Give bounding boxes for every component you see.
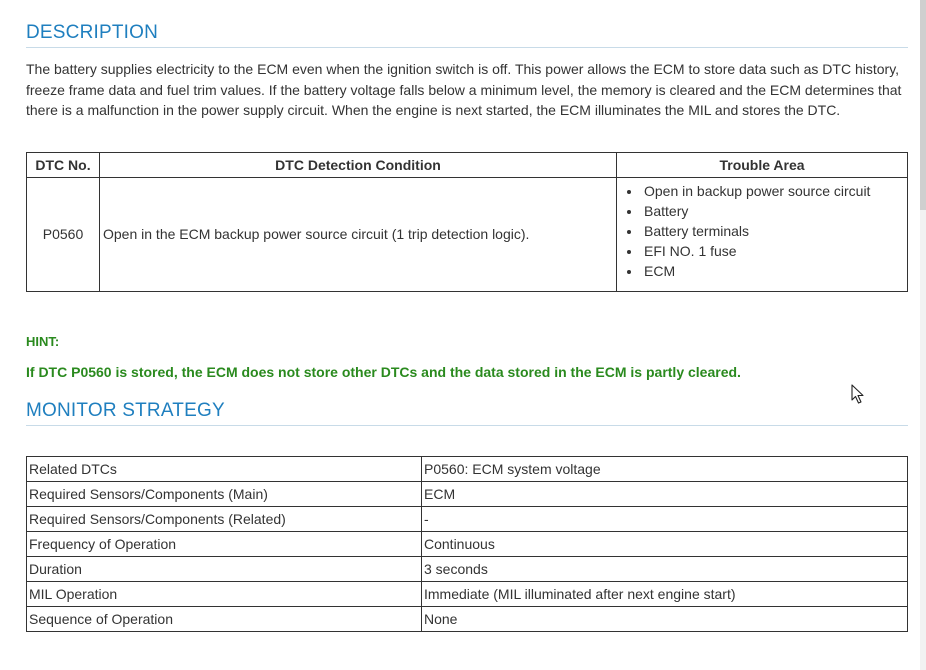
header-dtc-no: DTC No. bbox=[26, 151, 100, 178]
description-heading: DESCRIPTION bbox=[26, 22, 908, 48]
list-item: ECM bbox=[642, 261, 904, 281]
dtc-table-header-row: DTC No. DTC Detection Condition Trouble … bbox=[26, 151, 908, 178]
detection-condition: Open in the ECM backup power source circ… bbox=[99, 176, 617, 292]
list-item: Battery terminals bbox=[642, 221, 904, 241]
trouble-area-list: Open in backup power source circuit Batt… bbox=[620, 181, 904, 281]
monitor-value: 3 seconds bbox=[421, 555, 908, 582]
list-item: Open in backup power source circuit bbox=[642, 181, 904, 201]
monitor-value: P0560: ECM system voltage bbox=[421, 455, 908, 482]
monitor-value: - bbox=[421, 505, 908, 532]
table-row: Duration 3 seconds bbox=[26, 555, 908, 582]
table-row: P0560 Open in the ECM backup power sourc… bbox=[26, 176, 908, 292]
monitor-label: Sequence of Operation bbox=[26, 605, 422, 632]
list-item: Battery bbox=[642, 201, 904, 221]
dtc-code: P0560 bbox=[26, 176, 100, 292]
monitor-label: Duration bbox=[26, 555, 422, 582]
table-row: Frequency of Operation Continuous bbox=[26, 530, 908, 557]
monitor-value: None bbox=[421, 605, 908, 632]
table-row: MIL Operation Immediate (MIL illuminated… bbox=[26, 580, 908, 607]
monitor-label: Frequency of Operation bbox=[26, 530, 422, 557]
header-detection-condition: DTC Detection Condition bbox=[99, 151, 617, 178]
hint-text: If DTC P0560 is stored, the ECM does not… bbox=[26, 363, 741, 380]
table-row: Related DTCs P0560: ECM system voltage bbox=[26, 455, 908, 482]
dtc-table: DTC No. DTC Detection Condition Trouble … bbox=[26, 151, 908, 292]
monitor-strategy-table: Related DTCs P0560: ECM system voltage R… bbox=[26, 455, 908, 632]
trouble-area-cell: Open in backup power source circuit Batt… bbox=[616, 176, 908, 292]
description-text: The battery supplies electricity to the … bbox=[26, 61, 902, 118]
vertical-scrollbar[interactable] bbox=[920, 0, 926, 670]
scrollbar-thumb[interactable] bbox=[920, 0, 926, 210]
monitor-value: ECM bbox=[421, 480, 908, 507]
monitor-label: MIL Operation bbox=[26, 580, 422, 607]
list-item: EFI NO. 1 fuse bbox=[642, 241, 904, 261]
monitor-strategy-heading: MONITOR STRATEGY bbox=[26, 400, 908, 426]
header-trouble-area: Trouble Area bbox=[616, 151, 908, 178]
monitor-value: Immediate (MIL illuminated after next en… bbox=[421, 580, 908, 607]
table-row: Required Sensors/Components (Related) - bbox=[26, 505, 908, 532]
monitor-label: Required Sensors/Components (Main) bbox=[26, 480, 422, 507]
mouse-pointer-icon bbox=[851, 384, 864, 404]
page-content: DESCRIPTION The battery supplies electri… bbox=[26, 0, 908, 632]
hint-label: HINT: bbox=[26, 333, 60, 349]
monitor-label: Related DTCs bbox=[26, 455, 422, 482]
monitor-value: Continuous bbox=[421, 530, 908, 557]
monitor-label: Required Sensors/Components (Related) bbox=[26, 505, 422, 532]
table-row: Sequence of Operation None bbox=[26, 605, 908, 632]
table-row: Required Sensors/Components (Main) ECM bbox=[26, 480, 908, 507]
